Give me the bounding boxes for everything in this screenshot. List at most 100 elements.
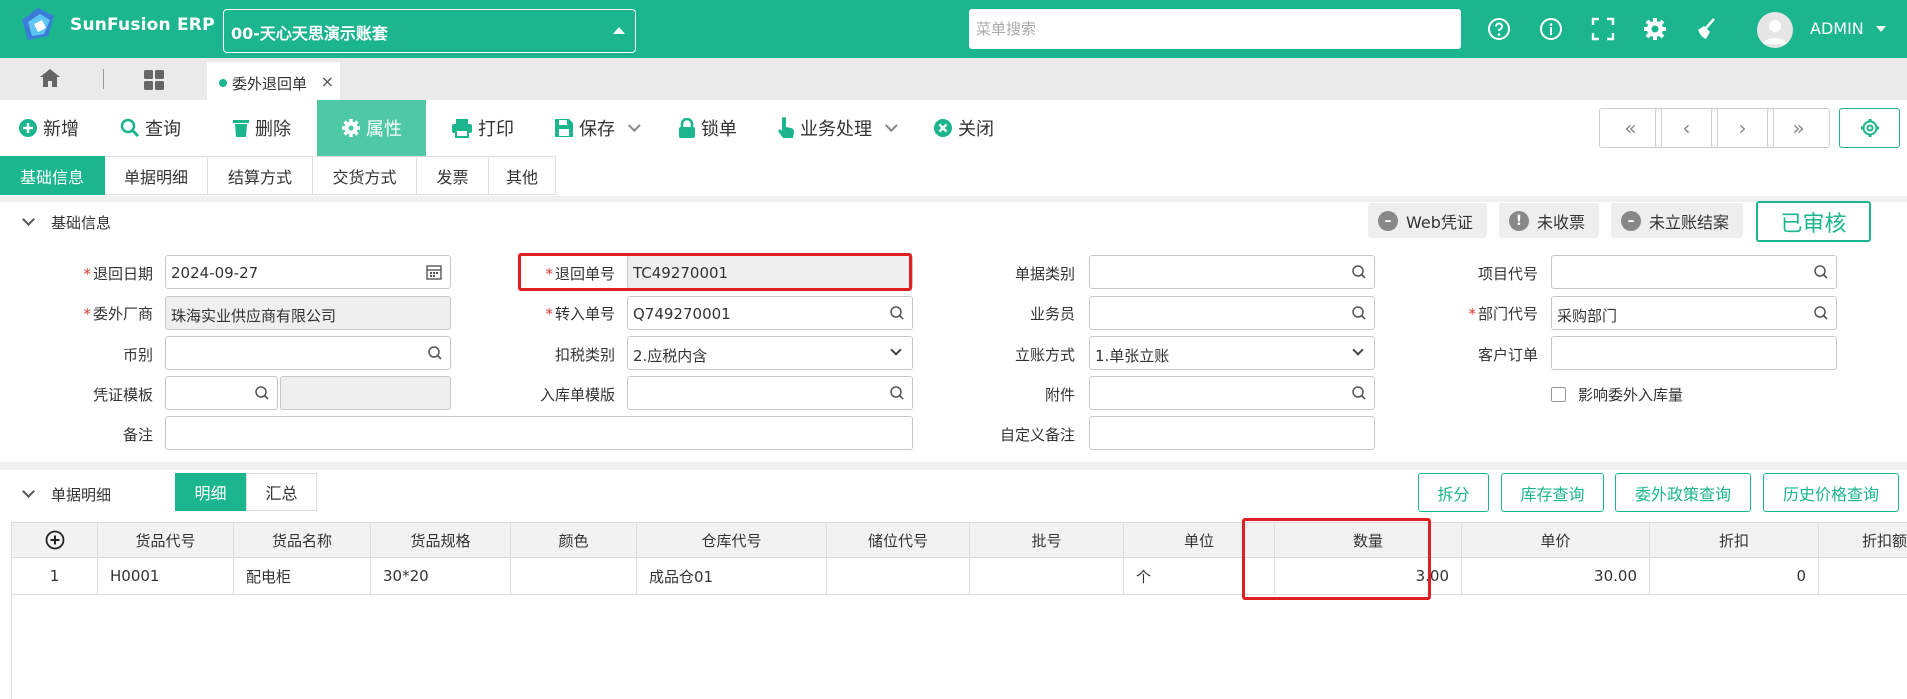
cell-warehouse[interactable]: 成品仓01 xyxy=(637,558,827,594)
attachment-field[interactable] xyxy=(1089,376,1375,410)
search-icon[interactable] xyxy=(254,385,270,401)
chip-label: Web凭证 xyxy=(1406,212,1473,232)
remark-field[interactable] xyxy=(165,416,913,450)
voucher-template-field[interactable] xyxy=(165,376,278,410)
return-date-field[interactable]: 2024-09-27 xyxy=(165,255,451,289)
customer-order-field[interactable] xyxy=(1551,336,1837,370)
save-button[interactable]: 保存 xyxy=(554,100,641,156)
col-header[interactable]: 批号 xyxy=(970,523,1124,557)
caret-down-icon[interactable] xyxy=(1876,26,1886,32)
split-button[interactable]: 拆分 xyxy=(1418,473,1489,512)
tab-detail[interactable]: 单据明细 xyxy=(105,156,208,195)
fullscreen-icon[interactable] xyxy=(1589,15,1617,43)
business-process-button[interactable]: 业务处理 xyxy=(777,100,898,156)
tax-type-select[interactable]: 2.应税内含 xyxy=(627,336,913,370)
col-header[interactable]: 货品名称 xyxy=(234,523,371,557)
chevron-down-icon[interactable] xyxy=(22,485,35,498)
help-icon[interactable] xyxy=(1485,15,1513,43)
delete-button[interactable]: 删除 xyxy=(232,100,291,156)
new-button[interactable]: 新增 xyxy=(18,100,79,156)
tab-invoice[interactable]: 发票 xyxy=(417,156,489,195)
cell-batch[interactable] xyxy=(970,558,1124,594)
stock-query-button[interactable]: 库存查询 xyxy=(1501,473,1604,512)
cell-code[interactable]: H0001 xyxy=(98,558,234,594)
properties-button[interactable]: 属性 xyxy=(317,100,426,156)
dashboard-grid-icon[interactable] xyxy=(143,69,165,91)
col-header[interactable]: 仓库代号 xyxy=(637,523,827,557)
chevron-down-icon[interactable] xyxy=(22,213,35,226)
cell-color[interactable] xyxy=(511,558,637,594)
detail-view-toggle[interactable]: 明细 xyxy=(175,473,246,511)
close-icon[interactable]: × xyxy=(321,72,334,91)
info-icon[interactable] xyxy=(1537,15,1565,43)
doc-type-field[interactable] xyxy=(1089,255,1375,289)
col-header[interactable]: 货品规格 xyxy=(371,523,511,557)
search-icon[interactable] xyxy=(889,385,905,401)
inbound-template-field[interactable] xyxy=(627,376,913,410)
menu-search-input[interactable] xyxy=(969,9,1461,49)
tab-basic-info[interactable]: 基础信息 xyxy=(0,156,105,195)
col-header[interactable]: 折扣额 xyxy=(1819,523,1907,557)
add-row-button[interactable] xyxy=(12,523,98,557)
search-icon[interactable] xyxy=(1351,264,1367,280)
summary-view-toggle[interactable]: 汇总 xyxy=(246,473,317,511)
cell-location[interactable] xyxy=(827,558,970,594)
tab-other[interactable]: 其他 xyxy=(489,156,556,195)
cell-price[interactable]: 30.00 xyxy=(1462,558,1650,594)
cell-discount-amount[interactable] xyxy=(1819,558,1907,594)
tab-settlement[interactable]: 结算方式 xyxy=(208,156,313,195)
search-icon[interactable] xyxy=(1351,385,1367,401)
next-record-button[interactable]: › xyxy=(1711,108,1774,148)
tab-return-order[interactable]: 委外退回单 × xyxy=(207,62,340,100)
web-voucher-chip: – Web凭证 xyxy=(1368,203,1487,238)
search-icon[interactable] xyxy=(889,305,905,321)
col-header[interactable]: 颜色 xyxy=(511,523,637,557)
account-selector[interactable]: 00-天心天思演示账套 xyxy=(223,9,636,53)
last-record-button[interactable]: » xyxy=(1767,108,1830,148)
salesman-label: 业务员 xyxy=(1029,305,1075,323)
search-icon[interactable] xyxy=(1351,305,1367,321)
first-record-button[interactable]: « xyxy=(1599,108,1662,148)
lock-label: 锁单 xyxy=(701,119,737,140)
prev-record-button[interactable]: ‹ xyxy=(1655,108,1718,148)
hand-pointer-icon xyxy=(778,117,794,138)
currency-label: 币别 xyxy=(122,346,153,364)
outsource-policy-query-button[interactable]: 委外政策查询 xyxy=(1615,473,1751,512)
col-header[interactable]: 折扣 xyxy=(1650,523,1819,557)
user-name[interactable]: ADMIN xyxy=(1810,19,1864,38)
price-history-query-button[interactable]: 历史价格查询 xyxy=(1763,473,1899,512)
currency-field[interactable] xyxy=(165,336,451,370)
calendar-icon[interactable] xyxy=(426,264,442,280)
col-header[interactable]: 货品代号 xyxy=(98,523,234,557)
transfer-no-field[interactable]: Q749270001 xyxy=(627,296,913,330)
settings-button[interactable] xyxy=(1839,108,1900,148)
col-header[interactable]: 储位代号 xyxy=(827,523,970,557)
exclamation-circle-icon: ! xyxy=(1509,210,1529,231)
dept-code-field[interactable]: 采购部门 xyxy=(1551,296,1837,330)
close-button[interactable]: 关闭 xyxy=(933,100,994,156)
cell-name[interactable]: 配电柜 xyxy=(234,558,371,594)
broom-icon[interactable] xyxy=(1693,15,1721,43)
home-icon[interactable] xyxy=(38,67,62,89)
tab-delivery[interactable]: 交货方式 xyxy=(313,156,417,195)
account-method-select[interactable]: 1.单张立账 xyxy=(1089,336,1375,370)
cell-discount[interactable]: 0 xyxy=(1650,558,1819,594)
cell-spec[interactable]: 30*20 xyxy=(371,558,511,594)
vendor-field[interactable]: 珠海实业供应商有限公司 xyxy=(165,296,451,330)
search-icon[interactable] xyxy=(1813,305,1829,321)
table-row[interactable]: 1 H0001 配电柜 30*20 成品仓01 个 3.00 30.00 0 xyxy=(12,558,1907,595)
lock-button[interactable]: 锁单 xyxy=(678,100,737,156)
gear-icon[interactable] xyxy=(1641,15,1669,43)
approved-status-badge: 已审核 xyxy=(1756,201,1871,242)
avatar[interactable] xyxy=(1757,12,1793,48)
search-icon[interactable] xyxy=(427,345,443,361)
custom-remark-field[interactable] xyxy=(1089,416,1375,450)
affect-qty-checkbox[interactable] xyxy=(1551,387,1566,402)
print-button[interactable]: 打印 xyxy=(451,100,514,156)
salesman-field[interactable] xyxy=(1089,296,1375,330)
project-code-field[interactable] xyxy=(1551,255,1837,289)
query-button[interactable]: 查询 xyxy=(120,100,181,156)
search-icon[interactable] xyxy=(1813,264,1829,280)
trash-icon xyxy=(233,120,249,137)
col-header[interactable]: 单价 xyxy=(1462,523,1650,557)
